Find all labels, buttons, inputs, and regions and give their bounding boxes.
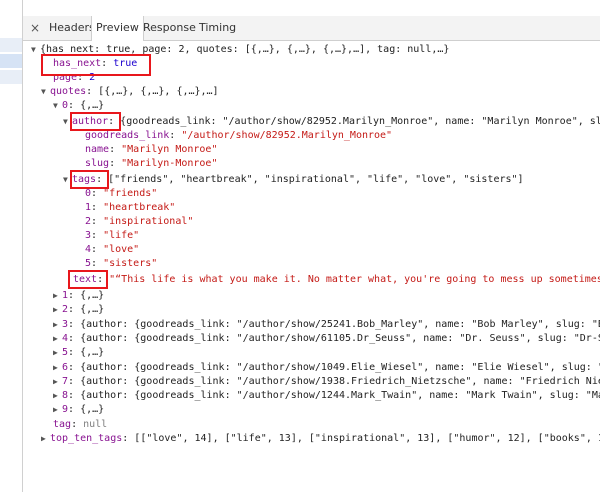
expand-triangle-icon[interactable]: ▶ <box>53 375 62 389</box>
key-top-ten-tags: top_ten_tags <box>50 433 123 444</box>
request-row-selected[interactable] <box>0 54 22 68</box>
tree-row-quote[interactable]: ▶ 1: {,…} <box>53 289 104 303</box>
tree-row-tags[interactable]: ▼ tags: ["friends", "heartbreak", "inspir… <box>63 173 524 187</box>
left-panel-strip <box>0 0 22 492</box>
key-quotes: quotes <box>50 86 87 97</box>
summary-quote-0: {,…} <box>80 100 105 111</box>
highlight-box-tags <box>70 170 109 189</box>
expand-triangle-icon[interactable]: ▼ <box>53 99 62 113</box>
close-icon[interactable]: × <box>30 16 40 40</box>
key-tag: tag <box>53 419 72 430</box>
list-item-tag: 0: "friends" <box>85 188 158 199</box>
devtools-tab-bar: × Headers Preview Response Timing <box>23 16 600 41</box>
summary-top-ten-tags: [["love", 14], ["life", 13], ["inspirati… <box>134 433 600 444</box>
tree-row-tag: tag: null <box>53 419 108 430</box>
tree-row-quote[interactable]: ▶ 6: {author: {goodreads_link: "/author/s… <box>53 361 600 375</box>
value-goodreads-link: "/author/show/82952.Marilyn_Monroe" <box>181 130 393 141</box>
tree-row-quote[interactable]: ▶ 9: {,…} <box>53 403 104 417</box>
tree-row-text: text: "“This life is what you make it. N… <box>73 273 600 287</box>
expand-triangle-icon[interactable]: ▶ <box>53 318 62 332</box>
request-row[interactable] <box>0 38 22 52</box>
json-preview: ▼ {has_next: true, page: 2, quotes: [{,…}… <box>23 41 600 492</box>
tab-preview[interactable]: Preview <box>91 16 144 41</box>
tree-row-quote[interactable]: ▶ 8: {author: {goodreads_link: "/author/s… <box>53 389 600 403</box>
highlight-box-has-next <box>41 54 151 76</box>
tab-timing[interactable]: Timing <box>195 16 240 40</box>
list-item-tag: 1: "heartbreak" <box>85 202 176 213</box>
value-text: "“This life is what you make it. No matt… <box>109 274 600 285</box>
value-slug: "Marilyn-Monroe" <box>121 158 218 169</box>
key-goodreads-link: goodreads_link <box>85 130 170 141</box>
value-tag: null <box>83 419 108 430</box>
list-item-tag: 5: "sisters" <box>85 258 158 269</box>
expand-triangle-icon[interactable]: ▼ <box>31 43 40 57</box>
value-name: "Marilyn Monroe" <box>121 144 218 155</box>
highlight-box-text <box>68 270 108 289</box>
request-row[interactable] <box>0 70 22 84</box>
list-item-tag: 4: "love" <box>85 244 140 255</box>
tree-row-quote[interactable]: ▶ 7: {author: {goodreads_link: "/author/s… <box>53 375 600 389</box>
summary-tags: ["friends", "heartbreak", "inspirational… <box>108 174 524 185</box>
key-name: name <box>85 144 110 155</box>
summary-quotes: [{,…}, {,…}, {,…},…] <box>98 86 219 97</box>
tree-row-quote[interactable]: ▶ 4: {author: {goodreads_link: "/author/s… <box>53 332 600 346</box>
tab-response[interactable]: Response <box>139 16 200 40</box>
tree-row-name: name: "Marilyn Monroe" <box>85 144 218 155</box>
expand-triangle-icon[interactable]: ▶ <box>41 432 50 446</box>
list-item-tag: 3: "life" <box>85 230 140 241</box>
expand-triangle-icon[interactable]: ▶ <box>53 346 62 360</box>
list-item-tag: 2: "inspirational" <box>85 216 194 227</box>
tree-row-quote[interactable]: ▶ 3: {author: {goodreads_link: "/author/s… <box>53 318 600 332</box>
tree-row-slug: slug: "Marilyn-Monroe" <box>85 158 218 169</box>
tree-row-goodreads-link: goodreads_link: "/author/show/82952.Mari… <box>85 130 393 141</box>
expand-triangle-icon[interactable]: ▶ <box>53 289 62 303</box>
expand-triangle-icon[interactable]: ▼ <box>41 85 50 99</box>
highlight-box-author <box>70 112 121 131</box>
summary-author: {goodreads_link: "/author/show/82952.Mar… <box>120 116 600 127</box>
top-spacer <box>23 0 600 16</box>
expand-triangle-icon[interactable]: ▶ <box>53 403 62 417</box>
tree-row-author[interactable]: ▼ author: {goodreads_link: "/author/show/… <box>63 115 600 129</box>
expand-triangle-icon[interactable]: ▶ <box>53 389 62 403</box>
tree-row-quotes[interactable]: ▼ quotes: [{,…}, {,…}, {,…},…] <box>41 85 219 99</box>
key-slug: slug <box>85 158 110 169</box>
tree-row-top-ten-tags[interactable]: ▶ top_ten_tags: [["love", 14], ["life", 1… <box>41 432 600 446</box>
tree-row-quote[interactable]: ▶ 2: {,…} <box>53 303 104 317</box>
expand-triangle-icon[interactable]: ▶ <box>53 303 62 317</box>
expand-triangle-icon[interactable]: ▶ <box>53 332 62 346</box>
expand-triangle-icon[interactable]: ▶ <box>53 361 62 375</box>
tree-row-quote-0[interactable]: ▼ 0: {,…} <box>53 99 104 113</box>
tree-row-quote[interactable]: ▶ 5: {,…} <box>53 346 104 360</box>
